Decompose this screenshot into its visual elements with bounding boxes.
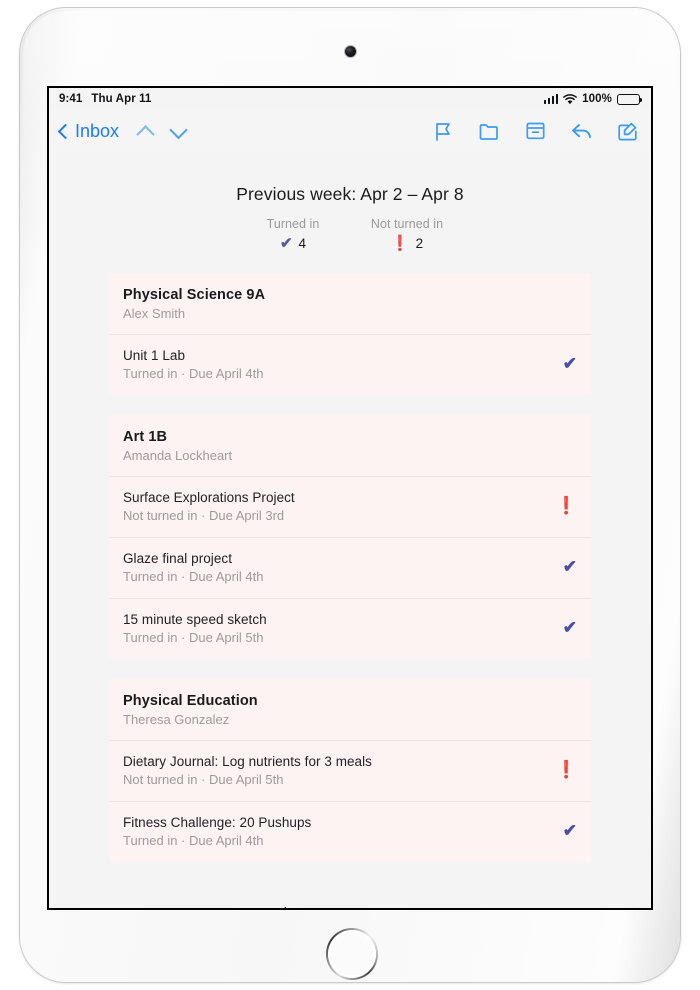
assignment-text: Fitness Challenge: 20 Pushups Turned in … (123, 815, 311, 848)
back-to-inbox-button[interactable]: Inbox (57, 120, 127, 142)
assignment-text: Unit 1 Lab Turned in · Due April 4th (123, 348, 263, 381)
summary-count: 4 (298, 236, 307, 251)
assignment-row[interactable]: Unit 1 Lab Turned in · Due April 4th ✔ (109, 335, 591, 395)
assignment-row[interactable]: Dietary Journal: Log nutrients for 3 mea… (109, 741, 591, 802)
battery-full-icon (617, 93, 643, 105)
class-teacher: Amanda Lockheart (123, 448, 233, 463)
assignment-text: 15 minute speed sketch Turned in · Due A… (123, 612, 267, 645)
summary-value-group: ✔ 4 (250, 236, 336, 251)
assignment-row[interactable]: 15 minute speed sketch Turned in · Due A… (109, 599, 591, 659)
alert-icon: ❗ (390, 235, 410, 252)
class-card: Physical Science 9A Alex Smith Unit 1 La… (109, 273, 591, 395)
check-icon: ✔ (562, 557, 577, 576)
summary-label: Not turned in (370, 217, 444, 231)
compose-button[interactable] (616, 120, 638, 142)
summary-turned-in: Turned in ✔ 4 (250, 217, 336, 251)
week-title: Previous week: Apr 2 – Apr 8 (236, 184, 464, 204)
status-bar-left: 9:41 Thu Apr 11 (59, 93, 151, 105)
assignment-status: ✔ (551, 822, 577, 841)
assignment-meta: Turned in · Due April 4th (123, 569, 264, 584)
battery-percent-label: 100% (582, 93, 612, 105)
move-to-folder-button[interactable] (478, 120, 500, 142)
alert-icon: ❗ (555, 496, 577, 515)
assignment-title: Glaze final project (123, 551, 233, 566)
class-card-list: Physical Science 9A Alex Smith Unit 1 La… (49, 273, 651, 862)
assignment-meta: Turned in · Due April 4th (123, 366, 264, 381)
next-message-button[interactable] (163, 116, 193, 146)
alert-icon: ❗ (555, 760, 577, 779)
cellular-signal-icon (543, 94, 559, 104)
check-icon: ✔ (279, 235, 293, 252)
assignment-text: Surface Explorations Project Not turned … (123, 490, 295, 523)
archive-button[interactable] (524, 120, 546, 142)
assignment-title: Dietary Journal: Log nutrients for 3 mea… (123, 754, 372, 769)
compose-icon (617, 122, 637, 141)
class-header: Physical Science 9A Alex Smith (109, 273, 591, 335)
screen-bezel: 9:41 Thu Apr 11 100% Inbox Previous week… (47, 86, 653, 910)
summary-label: Turned in (266, 217, 320, 231)
home-button[interactable] (326, 928, 378, 980)
status-bar: 9:41 Thu Apr 11 100% (49, 88, 651, 110)
assignment-row[interactable]: Glaze final project Turned in · Due Apri… (109, 538, 591, 599)
summary-row: Turned in ✔ 4 Not turned in ❗ 2 (49, 217, 651, 251)
class-header: Art 1B Amanda Lockheart (109, 415, 591, 477)
assignment-status: ✔ (551, 558, 577, 577)
mail-toolbar: Inbox (49, 110, 651, 153)
flag-icon (435, 122, 452, 141)
assignment-status: ❗ (544, 497, 577, 516)
assignment-status: ✔ (551, 619, 577, 638)
flag-button[interactable] (432, 120, 454, 142)
tablet-device-frame: 9:41 Thu Apr 11 100% Inbox Previous week… (20, 8, 680, 982)
coming-up-section: Coming up: Apr 9 – Apr 15 Assignments cr… (49, 882, 651, 908)
status-bar-right: 100% (543, 93, 643, 105)
summary-not-turned-in: Not turned in ❗ 2 (364, 217, 450, 251)
chevron-down-icon (168, 120, 188, 139)
assignment-meta: Not turned in · Due April 5th (123, 772, 284, 787)
summary-value-group: ❗ 2 (364, 236, 450, 251)
assignment-title: Unit 1 Lab (123, 348, 186, 363)
class-card: Physical Education Theresa Gonzalez Diet… (109, 679, 591, 862)
folder-icon (479, 123, 499, 140)
class-name: Physical Science 9A (123, 287, 266, 303)
check-icon: ✔ (562, 354, 577, 373)
class-card: Art 1B Amanda Lockheart Surface Explorat… (109, 415, 591, 659)
check-icon: ✔ (562, 618, 577, 637)
chevron-left-icon (57, 123, 74, 139)
assignment-meta: Turned in · Due April 4th (123, 833, 264, 848)
front-camera-icon (344, 46, 356, 57)
wifi-icon (563, 93, 578, 105)
assignment-row[interactable]: Surface Explorations Project Not turned … (109, 477, 591, 538)
class-header: Physical Education Theresa Gonzalez (109, 679, 591, 741)
status-time: 9:41 (59, 93, 83, 105)
assignment-meta: Not turned in · Due April 3rd (123, 508, 285, 523)
assignment-title: Surface Explorations Project (123, 490, 295, 505)
assignment-text: Glaze final project Turned in · Due Apri… (123, 551, 263, 584)
coming-up-title: Coming up: Apr 9 – Apr 15 (49, 904, 651, 908)
assignment-text: Dietary Journal: Log nutrients for 3 mea… (123, 754, 372, 787)
assignment-row[interactable]: Fitness Challenge: 20 Pushups Turned in … (109, 802, 591, 862)
previous-message-button[interactable] (130, 116, 160, 146)
toolbar-left-group: Inbox (57, 116, 193, 146)
week-header: Previous week: Apr 2 – Apr 8 Turned in ✔… (49, 152, 651, 251)
class-teacher: Theresa Gonzalez (123, 712, 230, 727)
assignment-title: Fitness Challenge: 20 Pushups (123, 815, 312, 830)
assignment-status: ✔ (551, 355, 577, 374)
reply-button[interactable] (570, 120, 592, 142)
assignment-meta: Turned in · Due April 5th (123, 630, 264, 645)
archive-icon (525, 122, 545, 140)
back-to-inbox-label: Inbox (75, 120, 120, 141)
chevron-up-icon (135, 124, 155, 144)
email-body: Previous week: Apr 2 – Apr 8 Turned in ✔… (49, 152, 651, 908)
class-name: Art 1B (123, 429, 168, 445)
screen: 9:41 Thu Apr 11 100% Inbox Previous week… (49, 88, 651, 908)
reply-icon (571, 122, 592, 140)
assignment-status: ❗ (544, 761, 577, 780)
summary-count: 2 (415, 236, 424, 251)
assignment-title: 15 minute speed sketch (123, 612, 267, 627)
status-date: Thu Apr 11 (91, 93, 152, 105)
toolbar-right-group (432, 120, 638, 142)
check-icon: ✔ (562, 821, 577, 840)
class-teacher: Alex Smith (123, 306, 186, 321)
class-name: Physical Education (123, 693, 258, 709)
